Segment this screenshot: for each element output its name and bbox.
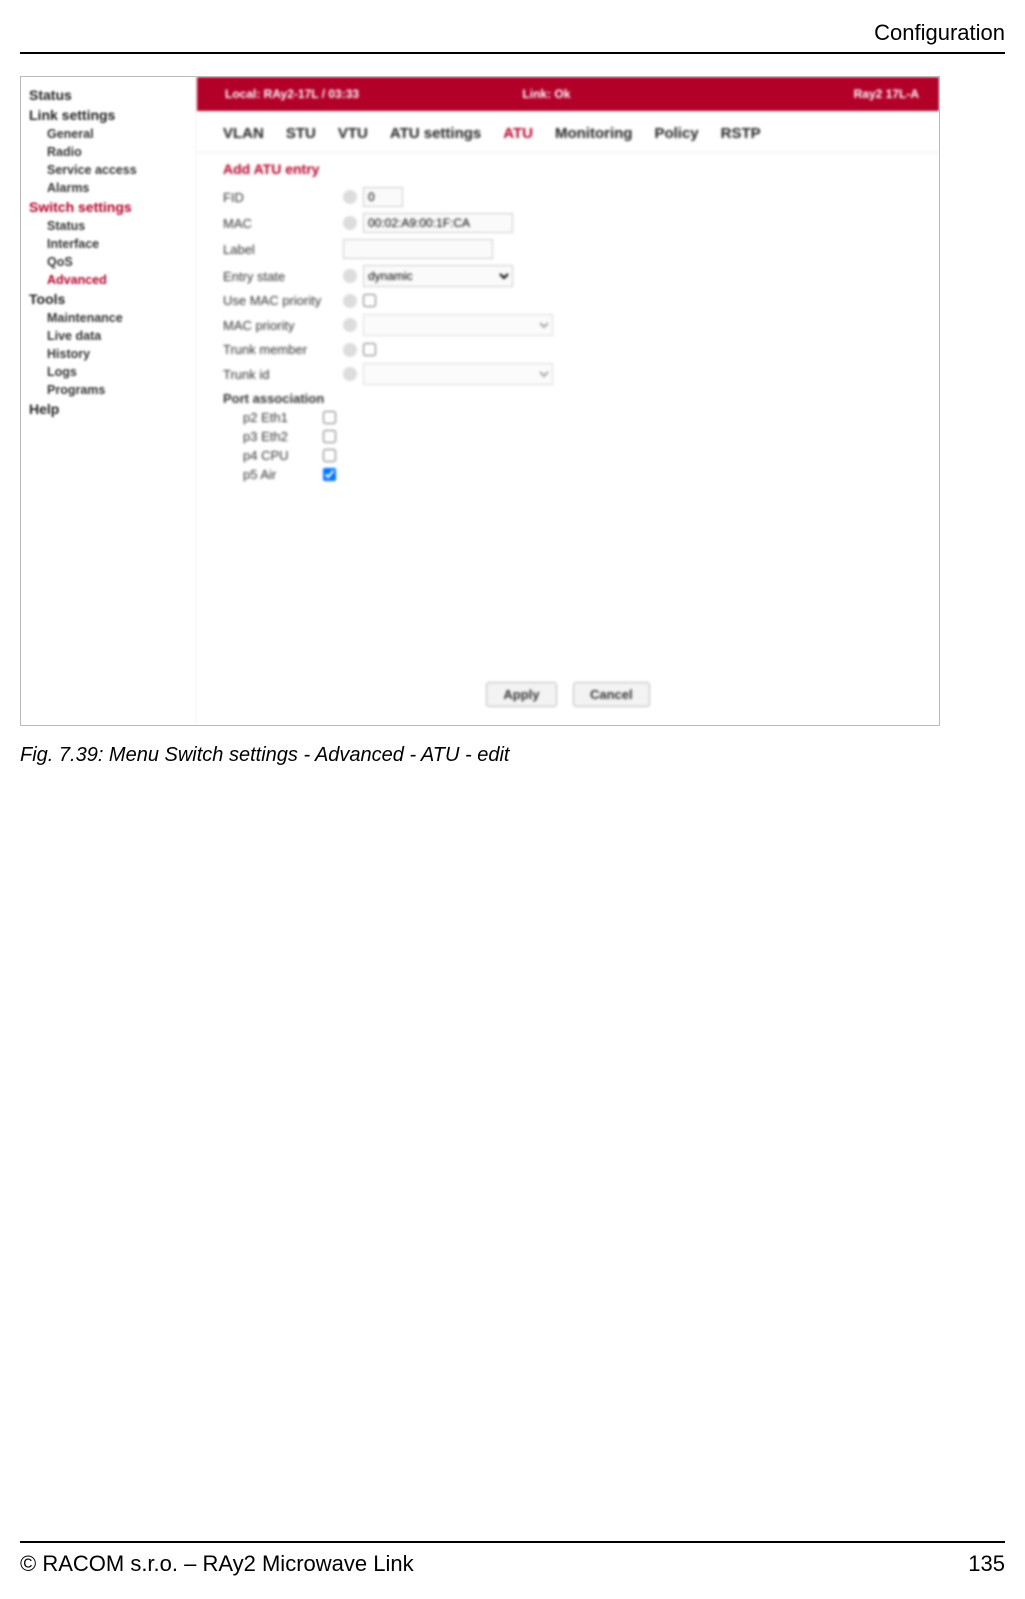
sidebar-item-help[interactable]: Help	[29, 401, 188, 417]
port-p4-label: p4 CPU	[243, 448, 323, 463]
page-header: Configuration	[20, 20, 1005, 54]
port-p2-checkbox[interactable]	[323, 411, 336, 424]
sidebar-item-link-settings[interactable]: Link settings	[29, 107, 188, 123]
label-input[interactable]	[343, 239, 493, 259]
sidebar-item-advanced[interactable]: Advanced	[47, 273, 188, 287]
atu-edit-form: Add ATU entry FID MAC Label	[197, 153, 939, 482]
sidebar-item-tools[interactable]: Tools	[29, 291, 188, 307]
tab-policy[interactable]: Policy	[654, 125, 698, 142]
tab-rstp[interactable]: RSTP	[721, 125, 761, 142]
sidebar-item-live-data[interactable]: Live data	[47, 329, 188, 343]
sidebar-item-history[interactable]: History	[47, 347, 188, 361]
sidebar-nav: Status Link settings General Radio Servi…	[21, 77, 197, 725]
status-bar-local: Local: RAy2-17L / 03:33	[197, 87, 522, 101]
sidebar-item-switch-status[interactable]: Status	[47, 219, 188, 233]
sidebar-item-qos[interactable]: QoS	[47, 255, 188, 269]
sidebar-item-alarms[interactable]: Alarms	[47, 181, 188, 195]
apply-button[interactable]: Apply	[486, 682, 556, 707]
screenshot-container: Status Link settings General Radio Servi…	[20, 76, 940, 726]
form-title: Add ATU entry	[223, 161, 913, 177]
port-p5-checkbox[interactable]	[323, 468, 336, 481]
trunk-id-select[interactable]	[363, 363, 553, 385]
page-footer: © RACOM s.r.o. – RAy2 Microwave Link 135	[20, 1541, 1005, 1577]
main-panel: Local: RAy2-17L / 03:33 Link: Ok Ray2 17…	[197, 77, 939, 725]
tab-bar: VLAN STU VTU ATU settings ATU Monitoring…	[197, 111, 939, 153]
fid-input[interactable]	[363, 187, 403, 207]
help-icon[interactable]	[343, 216, 357, 230]
help-icon[interactable]	[343, 367, 357, 381]
sidebar-item-switch-settings[interactable]: Switch settings	[29, 199, 188, 215]
footer-copyright: © RACOM s.r.o. – RAy2 Microwave Link	[20, 1551, 414, 1577]
port-p3-checkbox[interactable]	[323, 430, 336, 443]
port-p5-label: p5 Air	[243, 467, 323, 482]
sidebar-item-programs[interactable]: Programs	[47, 383, 188, 397]
use-fpri-checkbox[interactable]	[363, 294, 376, 307]
trunk-member-checkbox[interactable]	[363, 343, 376, 356]
port-association-label: Port association	[223, 391, 913, 406]
port-p2-label: p2 Eth1	[243, 410, 323, 425]
sidebar-item-service-access[interactable]: Service access	[47, 163, 188, 177]
mac-priority-label: MAC priority	[223, 318, 343, 333]
status-bar-link: Link: Ok	[522, 87, 770, 101]
tab-atu-settings[interactable]: ATU settings	[390, 125, 481, 142]
sidebar-item-status[interactable]: Status	[29, 87, 188, 103]
sidebar-item-maintenance[interactable]: Maintenance	[47, 311, 188, 325]
port-p3-label: p3 Eth2	[243, 429, 323, 444]
mac-priority-select[interactable]	[363, 314, 553, 336]
help-icon[interactable]	[343, 190, 357, 204]
cancel-button[interactable]: Cancel	[573, 682, 650, 707]
form-buttons: Apply Cancel	[197, 682, 939, 707]
footer-page-number: 135	[968, 1551, 1005, 1577]
help-icon[interactable]	[343, 294, 357, 308]
mac-input[interactable]	[363, 213, 513, 233]
sidebar-item-general[interactable]: General	[47, 127, 188, 141]
help-icon[interactable]	[343, 343, 357, 357]
trunk-member-label: Trunk member	[223, 342, 343, 357]
fid-label: FID	[223, 190, 343, 205]
sidebar-item-logs[interactable]: Logs	[47, 365, 188, 379]
tab-atu[interactable]: ATU	[503, 125, 533, 142]
entry-state-label: Entry state	[223, 269, 343, 284]
status-bar-right: Ray2 17L-A	[770, 87, 939, 101]
tab-vlan[interactable]: VLAN	[223, 125, 264, 142]
tab-vtu[interactable]: VTU	[338, 125, 368, 142]
figure-caption: Fig. 7.39: Menu Switch settings - Advanc…	[20, 744, 1005, 767]
sidebar-item-interface[interactable]: Interface	[47, 237, 188, 251]
tab-stu[interactable]: STU	[286, 125, 316, 142]
port-p4-checkbox[interactable]	[323, 449, 336, 462]
status-bar: Local: RAy2-17L / 03:33 Link: Ok Ray2 17…	[197, 77, 939, 111]
tab-monitoring[interactable]: Monitoring	[555, 125, 632, 142]
sidebar-item-radio[interactable]: Radio	[47, 145, 188, 159]
trunk-id-label: Trunk id	[223, 367, 343, 382]
label-label: Label	[223, 242, 343, 257]
use-fpri-label: Use MAC priority	[223, 293, 343, 308]
help-icon[interactable]	[343, 269, 357, 283]
entry-state-select[interactable]: dynamic	[363, 265, 513, 287]
mac-label: MAC	[223, 216, 343, 231]
help-icon[interactable]	[343, 318, 357, 332]
